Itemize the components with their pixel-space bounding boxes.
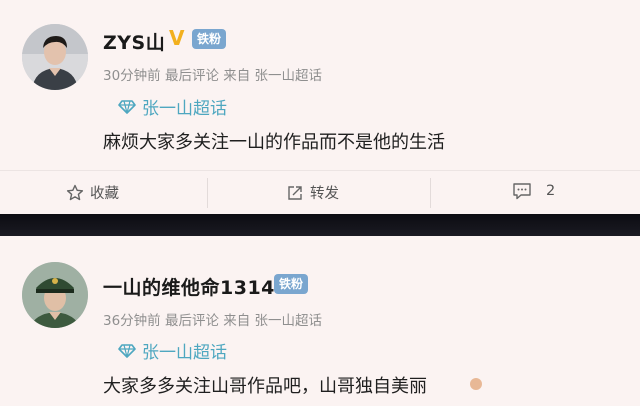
post-card-2: 一山的维他命1314 铁粉 36分钟前 最后评论 来自 张一山超话 张一山超话 … (0, 236, 640, 406)
fan-badge: 铁粉 (274, 274, 309, 294)
topic-label: 张一山超话 (142, 343, 227, 363)
topic-link[interactable]: 张一山超话 (118, 94, 227, 119)
favorite-button[interactable]: 收藏 (66, 182, 119, 203)
post-content: 大家多多关注山哥作品吧，山哥独自美丽 (103, 376, 427, 397)
diamond-topic-icon (118, 343, 136, 358)
comment-button[interactable]: 2 (512, 182, 555, 200)
comment-count: 2 (546, 183, 556, 199)
share-icon (288, 185, 302, 200)
image-divider (0, 214, 640, 236)
action-separator (0, 170, 640, 171)
diamond-topic-icon (118, 99, 136, 114)
repost-label: 转发 (310, 186, 339, 202)
fan-badge: 铁粉 (192, 29, 227, 49)
username[interactable]: ZYS山 (103, 28, 165, 55)
action-divider (207, 178, 208, 208)
post-meta: 30分钟前 最后评论 来自 张一山超话 (103, 68, 323, 84)
favorite-label: 收藏 (90, 186, 119, 202)
post-card-1: ZYS山 V 铁粉 30分钟前 最后评论 来自 张一山超话 张一山超话 麻烦大家… (0, 0, 640, 214)
username[interactable]: 一山的维他命1314 (103, 273, 275, 300)
star-icon (66, 184, 84, 200)
repost-button[interactable]: 转发 (286, 182, 339, 203)
avatar[interactable] (22, 262, 88, 328)
comment-icon (513, 183, 531, 200)
post-content: 麻烦大家多关注一山的作品而不是他的生活 (103, 132, 445, 153)
topic-link[interactable]: 张一山超话 (118, 338, 227, 363)
avatar[interactable] (22, 24, 88, 90)
action-divider (430, 178, 431, 208)
emoji-icon (470, 378, 482, 390)
topic-label: 张一山超话 (142, 99, 227, 119)
post-meta: 36分钟前 最后评论 来自 张一山超话 (103, 313, 323, 329)
verified-icon: V (169, 26, 185, 50)
